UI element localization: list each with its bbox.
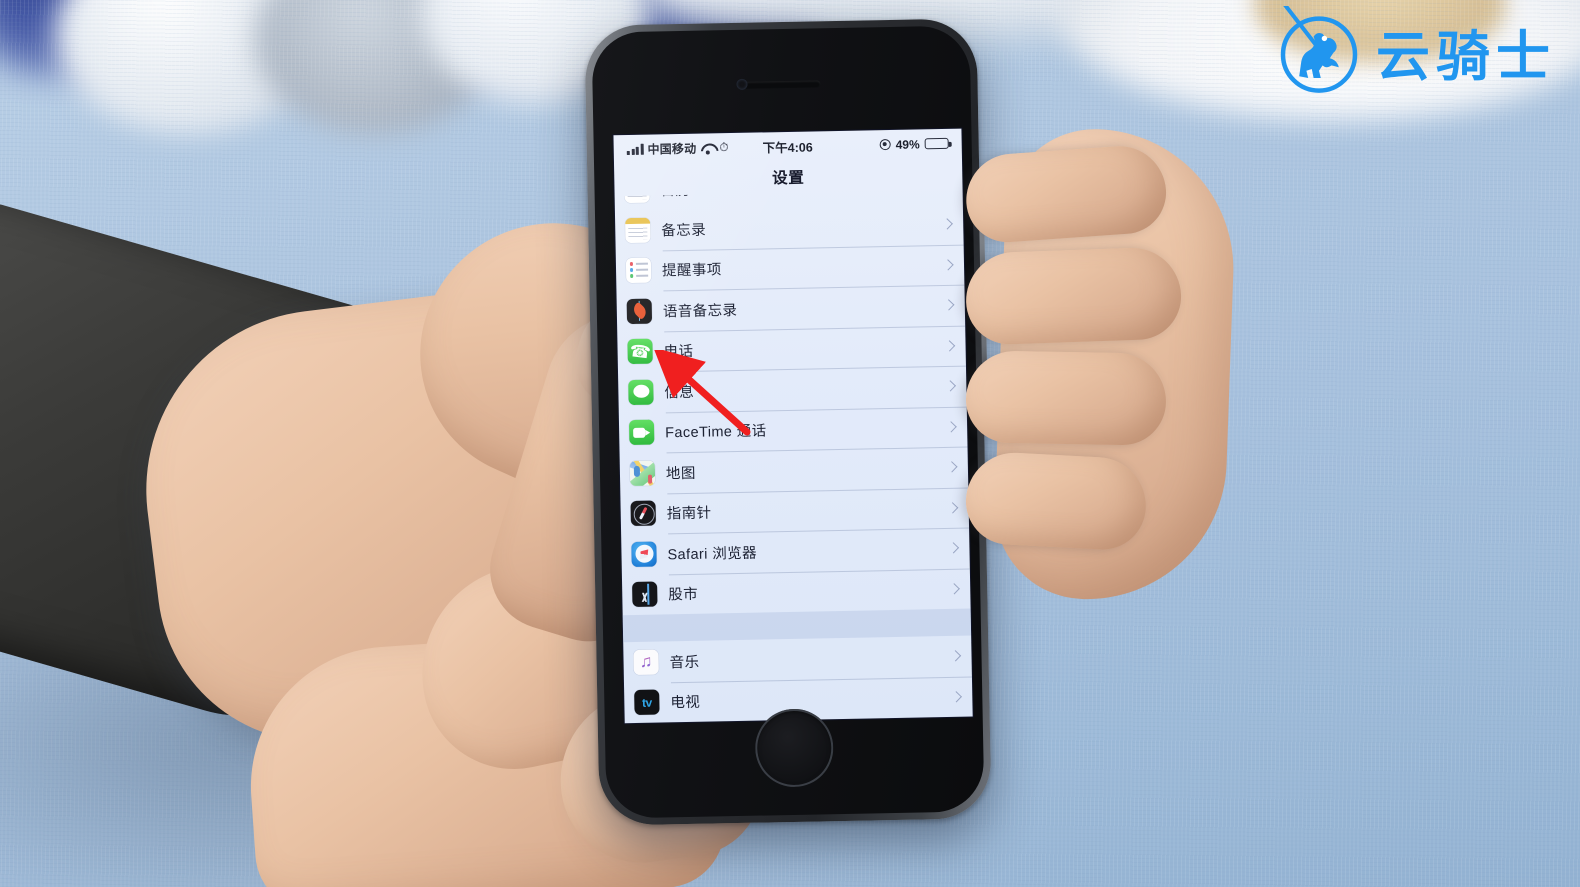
reminders-line (635, 274, 649, 277)
settings-row-语音备忘录[interactable]: 语音备忘录 (616, 285, 965, 332)
carrier-label: 中国移动 (647, 141, 697, 157)
settings-row-指南针[interactable]: 指南针 (620, 487, 969, 534)
iphone-device: 中国移动 ⏱ 下午4:06 49% 设置 日历备忘录提醒事项语音备忘录电话信息F… (584, 18, 992, 826)
right-finger-2 (964, 246, 1183, 346)
home-button[interactable] (754, 708, 834, 788)
tv-icon (634, 689, 660, 716)
settings-row-label: 地图 (665, 465, 696, 483)
right-finger-3 (965, 350, 1167, 446)
right-finger-1 (963, 143, 1169, 245)
status-bar-left: 中国移动 ⏱ (626, 139, 729, 158)
settings-row-label: 提醒事项 (661, 262, 722, 280)
watermark: 云骑士 (1274, 6, 1556, 96)
notes-icon (625, 217, 651, 243)
reminders-icon (625, 257, 652, 284)
knight-horse-circle-icon (1280, 6, 1358, 93)
reminders-dot (629, 268, 633, 272)
alarm-icon: ⏱ (719, 140, 729, 155)
voice-memos-icon (626, 298, 653, 324)
settings-row-label: Safari 浏览器 (667, 545, 758, 564)
safari-icon (631, 541, 657, 567)
reminders-dot (629, 274, 634, 278)
reminders-line (635, 262, 648, 265)
settings-row-label: 指南针 (666, 505, 712, 523)
reminders-dot (629, 262, 633, 266)
watermark-brand: 云骑士 (1376, 24, 1556, 88)
right-finger-4 (963, 450, 1149, 552)
status-bar-right: 49% (879, 136, 949, 152)
maps-icon (629, 460, 656, 486)
settings-row-label: 语音备忘录 (662, 302, 738, 321)
settings-row-label: 电视 (670, 694, 701, 712)
stocks-icon (632, 581, 658, 608)
music-icon (633, 649, 659, 675)
wifi-icon (700, 142, 714, 153)
battery-icon (924, 137, 949, 150)
battery-percent-label: 49% (895, 136, 920, 152)
earpiece-speaker-icon (742, 80, 821, 89)
settings-row-label: 音乐 (669, 654, 700, 672)
settings-row-Safari 浏览器[interactable]: Safari 浏览器 (621, 528, 970, 575)
compass-icon (630, 500, 656, 527)
settings-row-音乐[interactable]: 音乐 (623, 636, 972, 683)
settings-row-提醒事项[interactable]: 提醒事项 (616, 244, 965, 291)
settings-list: 日历备忘录提醒事项语音备忘录电话信息FaceTime 通话地图指南针Safari… (615, 189, 973, 724)
settings-row-地图[interactable]: 地图 (620, 447, 969, 494)
settings-row-label: 备忘录 (661, 222, 707, 240)
location-services-icon (879, 138, 891, 151)
settings-row-股市[interactable]: 股市 (622, 568, 971, 615)
red-arrow-icon (653, 350, 751, 436)
cellular-bars-icon (626, 143, 644, 156)
settings-row-备忘录[interactable]: 备忘录 (615, 204, 964, 251)
reminders-line (635, 268, 649, 271)
settings-row-label: 股市 (668, 587, 699, 604)
